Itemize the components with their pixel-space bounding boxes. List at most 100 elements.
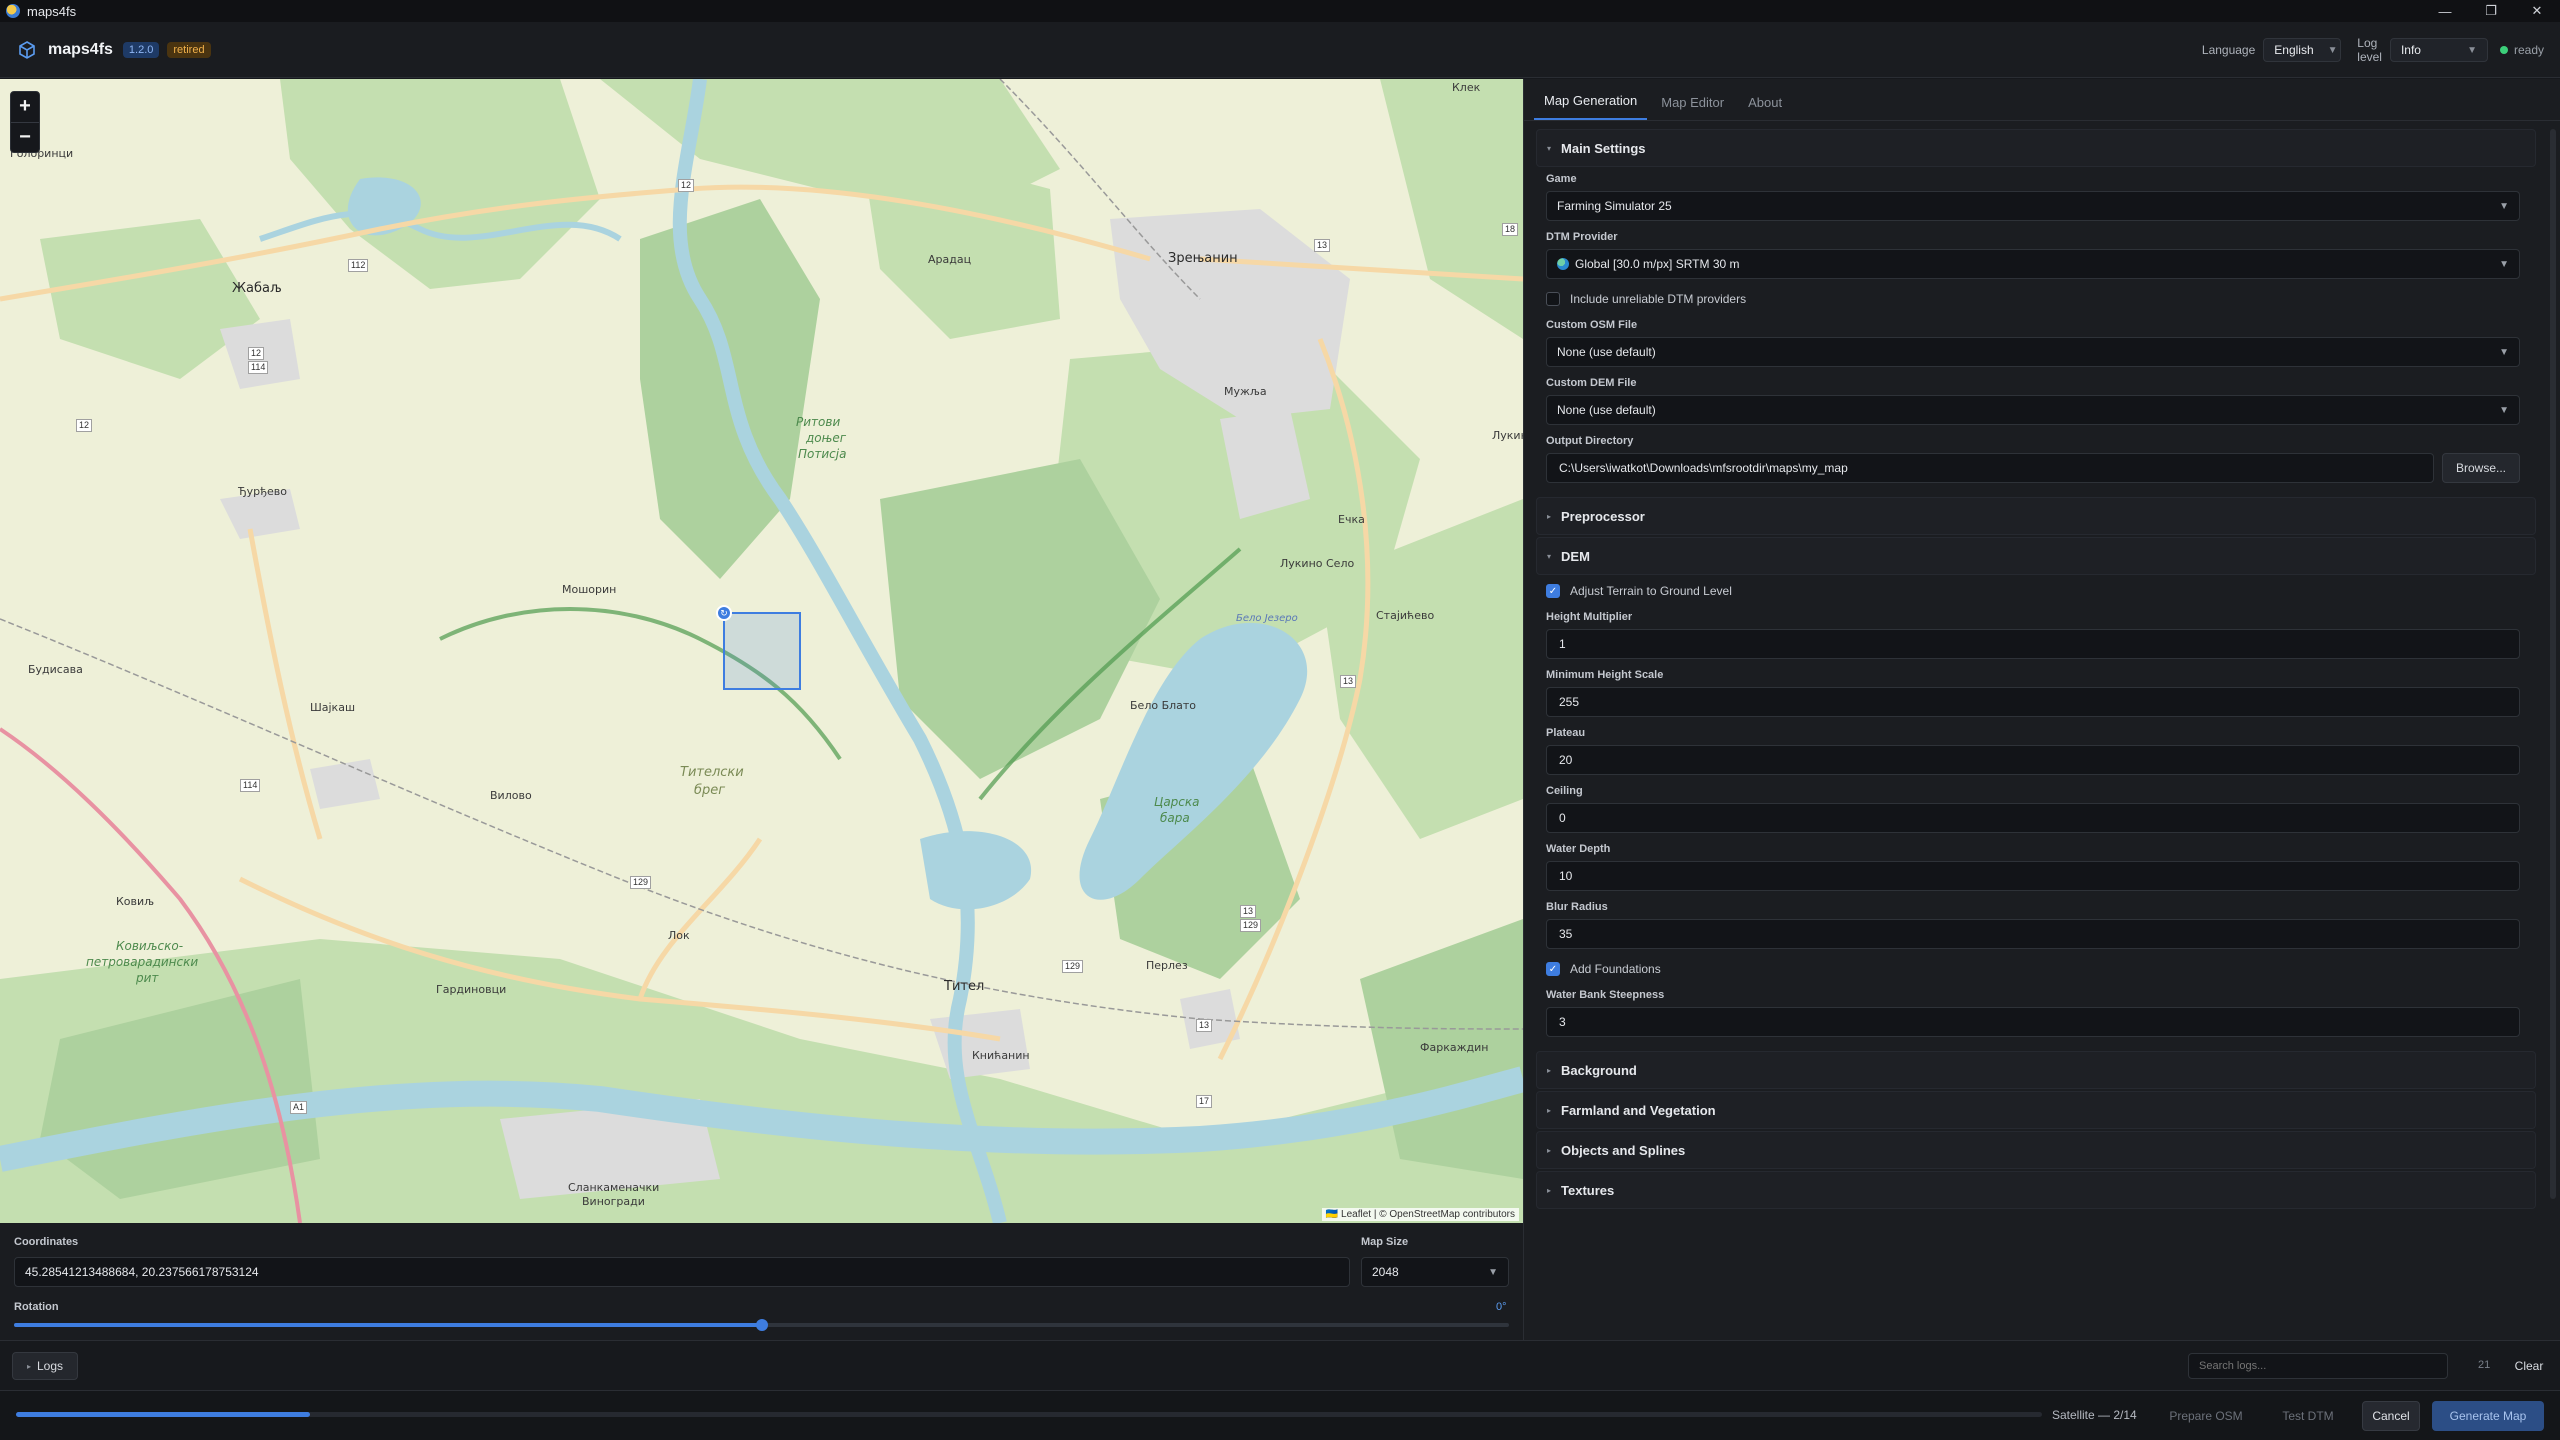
chevron-down-icon: ▼: [1488, 1266, 1498, 1278]
section-main-settings[interactable]: ▾ Main Settings: [1536, 129, 2536, 167]
settings-panel: Map Generation Map Editor About ▾ Main S…: [1523, 79, 2560, 1340]
blur-radius-label: Blur Radius: [1546, 901, 1608, 913]
logs-clear-button[interactable]: Clear: [2512, 1353, 2546, 1379]
add-foundations-checkbox[interactable]: ✓: [1546, 962, 1560, 976]
unreliable-dtm-row[interactable]: Include unreliable DTM providers: [1546, 289, 2536, 309]
map-label: Арадац: [928, 253, 972, 266]
adjust-terrain-label: Adjust Terrain to Ground Level: [1570, 584, 1732, 598]
section-preprocessor[interactable]: ▸ Preprocessor: [1536, 497, 2536, 535]
rotation-value: 0°: [1496, 1301, 1507, 1313]
map-tiles: [0, 79, 1523, 1223]
ceiling-input[interactable]: 0: [1546, 803, 2520, 833]
status-indicator: ready: [2499, 43, 2544, 57]
progress-fill: [16, 1412, 310, 1417]
browse-button[interactable]: Browse...: [2442, 453, 2520, 483]
logs-toggle-button[interactable]: ▸ Logs: [12, 1352, 78, 1380]
road-shield: 112: [348, 259, 369, 272]
language-select[interactable]: English ▼: [2263, 38, 2342, 62]
coordinates-label: Coordinates: [14, 1236, 79, 1248]
map-label: Клек: [1452, 81, 1481, 94]
game-select[interactable]: Farming Simulator 25 ▼: [1546, 191, 2520, 221]
selection-area: [723, 612, 801, 690]
panel-scrollbar[interactable]: [2550, 129, 2556, 1199]
loglevel-label: Log level: [2357, 36, 2382, 64]
tab-bar: Map Generation Map Editor About: [1524, 79, 2560, 121]
map-label: брег: [694, 783, 726, 798]
road-shield: A1: [290, 1101, 308, 1114]
map-label: Стајићево: [1376, 609, 1435, 622]
dtm-select[interactable]: Global [30.0 m/px] SRTM 30 m ▼: [1546, 249, 2520, 279]
dem-file-label: Custom DEM File: [1546, 377, 1637, 389]
progress-bar: [16, 1412, 2042, 1417]
map-attribution[interactable]: 🇺🇦 Leaflet | © OpenStreetMap contributor…: [1321, 1208, 1519, 1221]
map-label: Вилово: [490, 789, 532, 802]
logs-search-input[interactable]: [2188, 1353, 2448, 1379]
tab-map-generation[interactable]: Map Generation: [1534, 93, 1648, 120]
maximize-button[interactable]: ❐: [2468, 0, 2514, 22]
section-objects[interactable]: ▸ Objects and Splines: [1536, 1131, 2536, 1169]
road-shield: 12: [76, 419, 93, 432]
output-directory-input[interactable]: C:\Users\iwatkot\Downloads\mfsrootdir\ma…: [1546, 453, 2434, 483]
tab-about[interactable]: About: [1738, 95, 1792, 120]
map-label: Шајкаш: [310, 701, 356, 714]
road-shield: 13: [1340, 675, 1357, 688]
osm-select[interactable]: None (use default) ▼: [1546, 337, 2520, 367]
map-label: Ечка: [1338, 513, 1365, 526]
coordinates-input[interactable]: 45.28541213488684, 20.237566178753124: [14, 1257, 1350, 1287]
adjust-terrain-row[interactable]: ✓ Adjust Terrain to Ground Level: [1546, 581, 2536, 601]
caret-right-icon: ▸: [1547, 1065, 1552, 1075]
test-dtm-button[interactable]: Test DTM: [2264, 1401, 2352, 1431]
caret-right-icon: ▸: [1547, 511, 1552, 521]
section-title: Farmland and Vegetation: [1561, 1102, 1716, 1118]
chevron-down-icon: ▼: [2499, 258, 2509, 270]
dem-body: ✓ Adjust Terrain to Ground Level Height …: [1536, 577, 2536, 1051]
rotate-handle-icon[interactable]: ↻: [716, 605, 732, 621]
road-shield: 18: [1502, 223, 1519, 236]
tab-map-editor[interactable]: Map Editor: [1651, 95, 1734, 120]
map-view[interactable]: Голоринци Жабаљ Арадац Зрењанин Клек Муж…: [0, 79, 1523, 1223]
dem-file-select[interactable]: None (use default) ▼: [1546, 395, 2520, 425]
unreliable-dtm-checkbox[interactable]: [1546, 292, 1560, 306]
language-value: English: [2274, 43, 2314, 57]
height-multiplier-input[interactable]: 1: [1546, 629, 2520, 659]
output-label: Output Directory: [1546, 435, 1634, 447]
water-depth-input[interactable]: 10: [1546, 861, 2520, 891]
section-background[interactable]: ▸ Background: [1536, 1051, 2536, 1089]
map-label: Ђурђево: [238, 485, 287, 498]
zoom-control: + −: [10, 91, 40, 153]
cancel-button[interactable]: Cancel: [2362, 1401, 2420, 1431]
min-height-input[interactable]: 255: [1546, 687, 2520, 717]
zoom-out-button[interactable]: −: [11, 123, 39, 153]
blur-radius-input[interactable]: 35: [1546, 919, 2520, 949]
prepare-osm-button[interactable]: Prepare OSM: [2158, 1401, 2254, 1431]
water-bank-input[interactable]: 3: [1546, 1007, 2520, 1037]
rotation-slider-thumb[interactable]: [755, 1319, 768, 1331]
map-label: Бело Језеро: [1236, 613, 1298, 624]
mapsize-select[interactable]: 2048 ▼: [1361, 1257, 1509, 1287]
section-farmland[interactable]: ▸ Farmland and Vegetation: [1536, 1091, 2536, 1129]
dtm-value: Global [30.0 m/px] SRTM 30 m: [1575, 257, 1740, 271]
section-textures[interactable]: ▸ Textures: [1536, 1171, 2536, 1209]
plateau-input[interactable]: 20: [1546, 745, 2520, 775]
loglevel-select[interactable]: Info ▼: [2389, 38, 2488, 62]
section-title: Preprocessor: [1561, 508, 1645, 524]
minimize-button[interactable]: —: [2422, 0, 2468, 22]
section-title: Main Settings: [1561, 140, 1646, 156]
section-title: DEM: [1561, 548, 1590, 564]
progress-status: Satellite — 2/14: [2052, 1408, 2137, 1422]
add-foundations-row[interactable]: ✓ Add Foundations: [1546, 959, 2536, 979]
section-dem[interactable]: ▾ DEM: [1536, 537, 2536, 575]
app-logo-icon: [6, 4, 20, 18]
zoom-in-button[interactable]: +: [11, 92, 39, 123]
chevron-down-icon: ▼: [2499, 200, 2509, 212]
map-label: Жабаљ: [232, 281, 282, 296]
add-foundations-label: Add Foundations: [1570, 962, 1661, 976]
road-shield: 114: [240, 779, 261, 792]
close-button[interactable]: ✕: [2514, 0, 2560, 22]
rotation-slider[interactable]: [14, 1319, 1509, 1331]
map-label: Книћанин: [972, 1049, 1030, 1062]
generate-map-button[interactable]: Generate Map: [2432, 1401, 2544, 1431]
chevron-down-icon: ▼: [2499, 404, 2509, 416]
adjust-terrain-checkbox[interactable]: ✓: [1546, 584, 1560, 598]
status-dot-icon: [2499, 46, 2508, 54]
